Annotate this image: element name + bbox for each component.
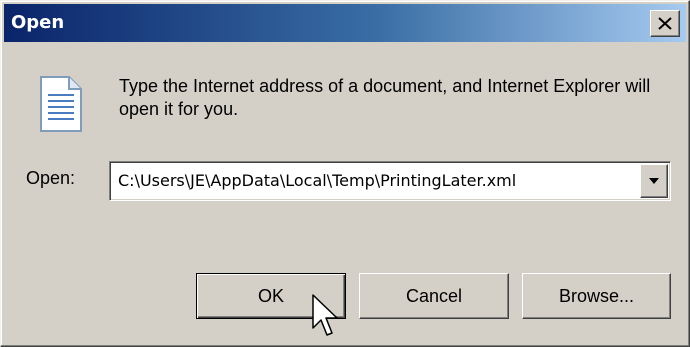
dialog-message: Type the Internet address of a document,…: [119, 76, 651, 119]
open-dialog: Open Type the Internet address of a docu…: [0, 0, 690, 347]
window-title: Open: [11, 12, 65, 33]
chevron-down-icon: [649, 178, 659, 184]
document-icon: [39, 75, 83, 133]
open-address-combobox[interactable]: C:\Users\JE\AppData\Local\Temp\PrintingL…: [109, 161, 671, 201]
open-address-input[interactable]: C:\Users\JE\AppData\Local\Temp\PrintingL…: [118, 171, 516, 191]
title-bar[interactable]: Open: [4, 4, 686, 42]
browse-button[interactable]: Browse...: [522, 273, 671, 319]
close-icon: [658, 17, 672, 30]
cancel-button[interactable]: Cancel: [359, 273, 509, 319]
close-button[interactable]: [650, 10, 680, 37]
dropdown-button[interactable]: [640, 164, 668, 198]
open-label: Open:: [26, 168, 76, 188]
mouse-pointer-icon: [312, 294, 338, 338]
